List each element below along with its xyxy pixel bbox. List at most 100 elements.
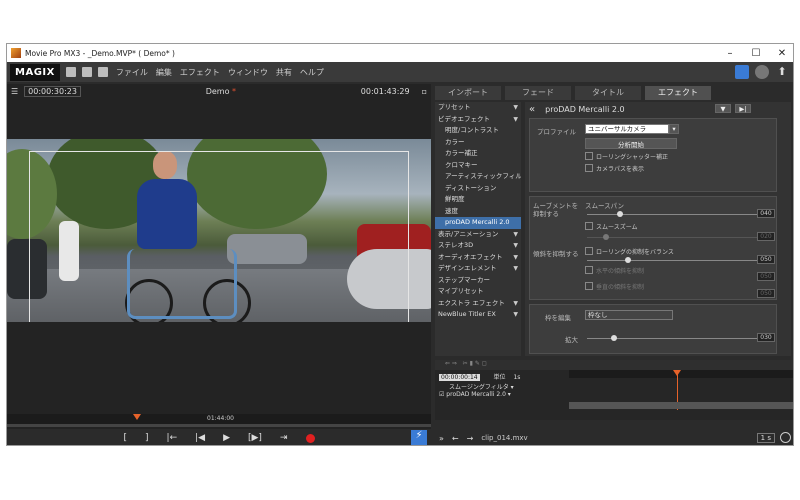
menu-file[interactable]: ファイル	[116, 67, 148, 78]
menu-help[interactable]: ヘルプ	[300, 67, 324, 78]
collapse-button[interactable]: »	[439, 434, 444, 443]
video-preview[interactable]	[7, 139, 431, 322]
analyze-button[interactable]: 分析開始	[585, 138, 677, 149]
category-item[interactable]: エクストラ エフェクト ▼	[435, 298, 521, 310]
rolling-balance-checkbox[interactable]: ローリングの抑制をバランス	[585, 247, 674, 256]
chevron-down-icon[interactable]: ▼	[513, 309, 518, 321]
horizontal-tilt-checkbox[interactable]: 水平の傾斜を抑制	[585, 266, 644, 275]
set-in-button[interactable]: [	[124, 433, 128, 443]
smooth-zoom-value[interactable]: 020	[757, 232, 775, 241]
zoom-value[interactable]: 030	[757, 333, 775, 342]
prev-frame-button[interactable]: |◀	[195, 433, 205, 443]
smooth-pan-value[interactable]: 040	[757, 209, 775, 218]
chevron-down-icon[interactable]: ▼	[513, 229, 518, 241]
border-select[interactable]: 枠なし	[585, 310, 673, 320]
current-timecode[interactable]: 00:00:30:23	[24, 85, 81, 97]
play-button[interactable]: ▶	[223, 433, 230, 443]
go-start-button[interactable]: |←	[167, 433, 178, 443]
back-arrow-button[interactable]: ←	[452, 434, 459, 443]
track-scrollbar[interactable]	[569, 402, 793, 409]
rolling-slider[interactable]	[587, 260, 767, 261]
category-item[interactable]: ビデオエフェクト ▼	[435, 114, 521, 126]
category-item[interactable]: カラー	[435, 137, 521, 149]
category-item[interactable]: オーディオエフェクト ▼	[435, 252, 521, 264]
online-icon[interactable]	[755, 65, 769, 79]
record-button[interactable]	[305, 433, 315, 443]
position-bar[interactable]	[7, 424, 431, 427]
smooth-zoom-slider[interactable]	[587, 237, 767, 238]
rolling-shutter-checkbox[interactable]: ローリングシャッター補正	[585, 152, 668, 161]
smooth-zoom-checkbox[interactable]: スムースズーム	[585, 222, 638, 231]
tab-fade[interactable]: フェード	[505, 86, 571, 100]
chevron-down-icon[interactable]: ▼	[513, 263, 518, 275]
category-item[interactable]: 鮮明度	[435, 194, 521, 206]
open-folder-icon[interactable]	[81, 67, 92, 77]
preview-menu-icon[interactable]: ☰	[11, 87, 18, 96]
category-item[interactable]: 表示/アニメーション ▼	[435, 229, 521, 241]
profile-select[interactable]: ユニバーサルカメラ	[585, 124, 669, 134]
save-icon[interactable]	[97, 67, 108, 77]
lightning-icon[interactable]: ⚡	[411, 430, 427, 445]
chevron-down-icon[interactable]: ▼	[513, 114, 518, 126]
category-item[interactable]: proDAD Mercalli 2.0	[435, 217, 521, 229]
playhead-marker[interactable]	[133, 414, 141, 420]
tab-import[interactable]: インポート	[435, 86, 501, 100]
upload-icon[interactable]: ⬆	[775, 65, 789, 79]
scrub-track[interactable]: 01:44:00	[7, 414, 431, 424]
rolling-value[interactable]: 050	[757, 255, 775, 264]
profile-dropdown-icon[interactable]: ▾	[669, 124, 679, 134]
speed-select[interactable]: 1 s	[756, 433, 775, 443]
menu-share[interactable]: 共有	[276, 67, 292, 78]
set-out-button[interactable]: ]	[145, 433, 149, 443]
chevron-down-icon[interactable]: ▼	[513, 102, 518, 114]
smooth-pan-slider[interactable]	[587, 214, 767, 215]
category-item[interactable]: ディストーション	[435, 183, 521, 195]
category-item[interactable]: クロマキー	[435, 160, 521, 172]
clock-icon[interactable]	[780, 432, 791, 443]
zoom-knob[interactable]	[611, 335, 617, 341]
track-row-smoothing[interactable]: スムージングフィルタ ▾	[449, 382, 514, 391]
detach-icon[interactable]: ▫	[422, 87, 427, 96]
category-item[interactable]: 明度/コントラスト	[435, 125, 521, 137]
track-row-mercalli[interactable]: ☑ proDAD Mercalli 2.0 ▾	[439, 391, 511, 400]
category-item[interactable]: ステップマーカー	[435, 275, 521, 287]
settings-dropdown-button[interactable]: ▼	[715, 104, 731, 113]
back-button[interactable]: «	[529, 104, 535, 115]
minimize-button[interactable]: –	[717, 48, 743, 59]
track-playhead-marker[interactable]	[673, 370, 681, 376]
menu-edit[interactable]: 編集	[156, 67, 172, 78]
rolling-knob[interactable]	[625, 257, 631, 263]
menu-window[interactable]: ウィンドウ	[228, 67, 268, 78]
category-item[interactable]: 速度	[435, 206, 521, 218]
forward-arrow-button[interactable]: →	[467, 434, 474, 443]
new-file-icon[interactable]	[65, 67, 76, 77]
horizontal-tilt-value[interactable]: 050	[757, 272, 775, 281]
category-item[interactable]: カラー補正	[435, 148, 521, 160]
maximize-button[interactable]: ☐	[743, 48, 769, 59]
chevron-down-icon[interactable]: ▼	[513, 252, 518, 264]
category-item[interactable]: マイプリセット	[435, 286, 521, 298]
next-effect-button[interactable]: ▶|	[735, 104, 751, 113]
go-end-button[interactable]: ⇥	[280, 433, 288, 443]
category-item[interactable]: アーティスティックフィル	[435, 171, 521, 183]
category-item[interactable]: NewBlue Titler EX ▼	[435, 309, 521, 321]
interface-mode-icon[interactable]	[735, 65, 749, 79]
tab-title[interactable]: タイトル	[575, 86, 641, 100]
category-item[interactable]: デザインエレメント ▼	[435, 263, 521, 275]
track-ruler[interactable]	[569, 370, 793, 378]
tab-effects[interactable]: エフェクト	[645, 86, 711, 100]
smooth-zoom-knob[interactable]	[603, 234, 609, 240]
vertical-tilt-value[interactable]: 050	[757, 289, 775, 298]
category-item[interactable]: プリセット ▼	[435, 102, 521, 114]
play-range-button[interactable]: [▶]	[248, 433, 262, 443]
chevron-down-icon[interactable]: ▼	[513, 298, 518, 310]
smooth-pan-knob[interactable]	[617, 211, 623, 217]
camera-path-checkbox[interactable]: カメラパスを表示	[585, 164, 644, 173]
unit-value[interactable]: 1s	[513, 374, 520, 381]
chevron-down-icon[interactable]: ▼	[513, 240, 518, 252]
close-button[interactable]: ✕	[769, 48, 793, 59]
vertical-tilt-checkbox[interactable]: 垂直の傾斜を抑制	[585, 282, 644, 291]
menu-effects[interactable]: エフェクト	[180, 67, 220, 78]
category-item[interactable]: ステレオ3D ▼	[435, 240, 521, 252]
track-timecode[interactable]: 00:00:00:14	[439, 374, 480, 381]
